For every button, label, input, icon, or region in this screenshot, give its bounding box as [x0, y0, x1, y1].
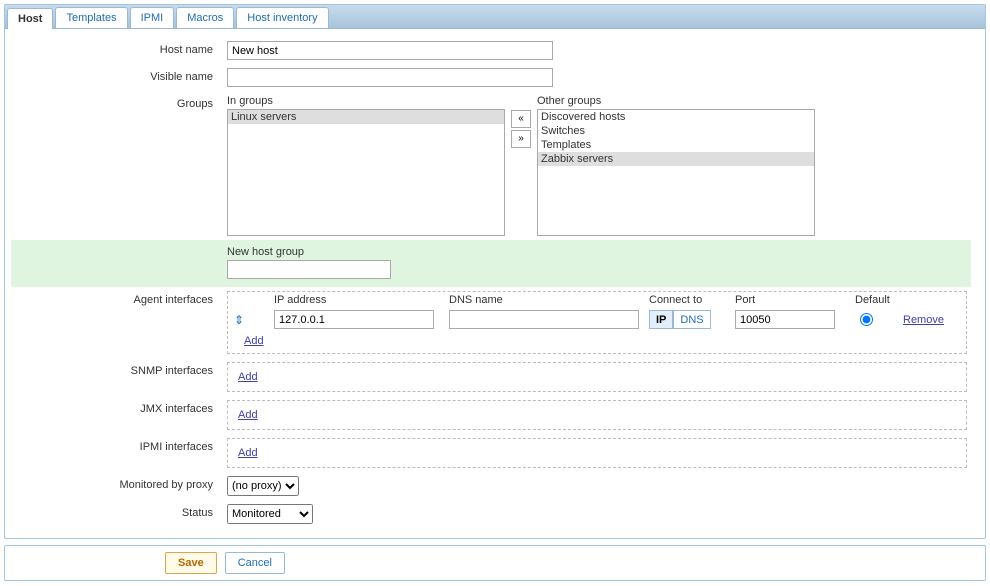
- connect-to-dns-button[interactable]: DNS: [673, 310, 710, 329]
- cancel-button[interactable]: Cancel: [225, 552, 285, 574]
- snmp-interface-add-link[interactable]: Add: [238, 371, 258, 383]
- other-groups-list[interactable]: Discovered hostsSwitchesTemplatesZabbix …: [537, 109, 815, 236]
- host-name-input[interactable]: [227, 41, 553, 60]
- list-item[interactable]: Discovered hosts: [538, 110, 814, 124]
- label-groups: Groups: [11, 91, 223, 240]
- label-other-groups: Other groups: [537, 95, 815, 107]
- ipmi-interfaces-block: Add: [227, 438, 967, 468]
- list-item[interactable]: Linux servers: [228, 110, 504, 124]
- tab-templates[interactable]: Templates: [55, 7, 127, 28]
- agent-interfaces-block: IP address DNS name Connect to Port Defa…: [227, 291, 967, 354]
- jmx-interfaces-block: Add: [227, 400, 967, 430]
- interface-default-radio[interactable]: [860, 313, 873, 326]
- col-port: Port: [735, 294, 855, 306]
- agent-interface-add-link[interactable]: Add: [244, 335, 264, 347]
- label-agent-interfaces: Agent interfaces: [11, 287, 223, 358]
- footer-bar: Save Cancel: [4, 545, 986, 581]
- tab-host[interactable]: Host: [7, 8, 53, 29]
- tab-ipmi[interactable]: IPMI: [130, 7, 175, 28]
- monitored-by-proxy-select[interactable]: (no proxy): [227, 476, 299, 496]
- label-visible-name: Visible name: [11, 64, 223, 91]
- label-new-host-group: New host group: [227, 246, 967, 258]
- visible-name-input[interactable]: [227, 68, 553, 87]
- tab-host-inventory[interactable]: Host inventory: [236, 7, 328, 28]
- interface-port-input[interactable]: [735, 310, 835, 329]
- list-item[interactable]: Switches: [538, 124, 814, 138]
- interface-ip-input[interactable]: [274, 310, 434, 329]
- col-ip-address: IP address: [274, 294, 449, 306]
- label-status: Status: [11, 500, 223, 528]
- drag-handle-icon[interactable]: ⇕: [234, 313, 244, 327]
- groups-dual-list: In groups Linux servers « » Other groups…: [227, 95, 967, 236]
- interface-dns-input[interactable]: [449, 310, 639, 329]
- status-select[interactable]: Monitored: [227, 504, 313, 524]
- ipmi-interface-add-link[interactable]: Add: [238, 447, 258, 459]
- label-ipmi-interfaces: IPMI interfaces: [11, 434, 223, 472]
- list-item[interactable]: Templates: [538, 138, 814, 152]
- jmx-interface-add-link[interactable]: Add: [238, 409, 258, 421]
- in-groups-list[interactable]: Linux servers: [227, 109, 505, 236]
- agent-interface-row: ⇕ IPDNS Remove: [234, 310, 960, 329]
- interface-remove-link[interactable]: Remove: [903, 314, 944, 326]
- label-monitored-by-proxy: Monitored by proxy: [11, 472, 223, 500]
- snmp-interfaces-block: Add: [227, 362, 967, 392]
- tab-macros[interactable]: Macros: [176, 7, 234, 28]
- label-jmx-interfaces: JMX interfaces: [11, 396, 223, 434]
- tab-bar: Host Templates IPMI Macros Host inventor…: [5, 5, 985, 29]
- new-host-group-input[interactable]: [227, 260, 391, 279]
- col-connect-to: Connect to: [649, 294, 735, 306]
- save-button[interactable]: Save: [165, 552, 217, 574]
- label-host-name: Host name: [11, 37, 223, 64]
- move-right-button[interactable]: »: [511, 130, 531, 148]
- label-in-groups: In groups: [227, 95, 505, 107]
- connect-to-ip-button[interactable]: IP: [649, 310, 673, 329]
- col-dns-name: DNS name: [449, 294, 649, 306]
- host-config-card: Host Templates IPMI Macros Host inventor…: [4, 4, 986, 539]
- list-item[interactable]: Zabbix servers: [538, 152, 814, 166]
- move-left-button[interactable]: «: [511, 110, 531, 128]
- col-default: Default: [855, 294, 903, 306]
- tab-content: Host name Visible name Groups In groups …: [5, 29, 985, 538]
- label-snmp-interfaces: SNMP interfaces: [11, 358, 223, 396]
